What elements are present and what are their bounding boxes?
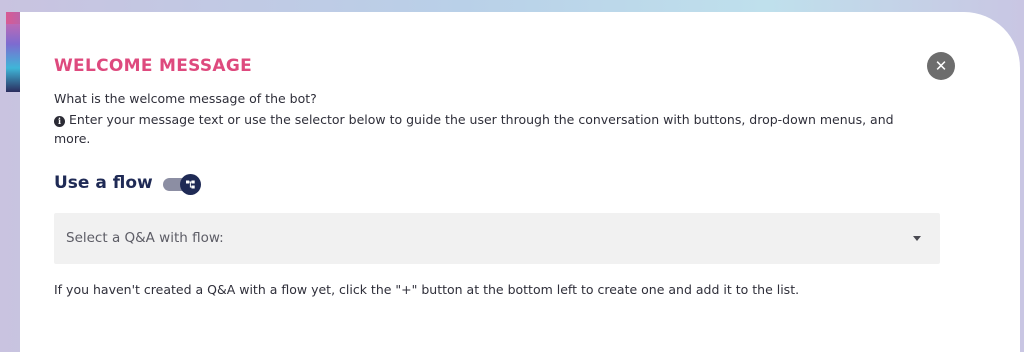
- use-flow-label: Use a flow: [54, 173, 153, 193]
- qa-flow-select[interactable]: Select a Q&A with flow:: [54, 213, 940, 264]
- caret-down-icon: [913, 236, 921, 241]
- close-button[interactable]: ✕: [927, 52, 955, 80]
- flow-hierarchy-icon: [186, 180, 195, 189]
- dialog-title: WELCOME MESSAGE: [54, 56, 253, 76]
- welcome-message-dialog: WELCOME MESSAGE ✕ What is the welcome me…: [20, 12, 1020, 352]
- question-text: What is the welcome message of the bot?: [54, 91, 317, 106]
- close-icon: ✕: [934, 56, 948, 75]
- hint-body: Enter your message text or use the selec…: [54, 112, 894, 146]
- info-icon: i: [54, 116, 65, 127]
- footnote-text: If you haven't created a Q&A with a flow…: [54, 282, 800, 297]
- hint-text: i Enter your message text or use the sele…: [54, 110, 914, 148]
- corner-accent: [6, 12, 20, 92]
- toggle-knob: [180, 174, 201, 195]
- use-flow-toggle[interactable]: [163, 174, 203, 195]
- select-placeholder: Select a Q&A with flow:: [66, 230, 224, 246]
